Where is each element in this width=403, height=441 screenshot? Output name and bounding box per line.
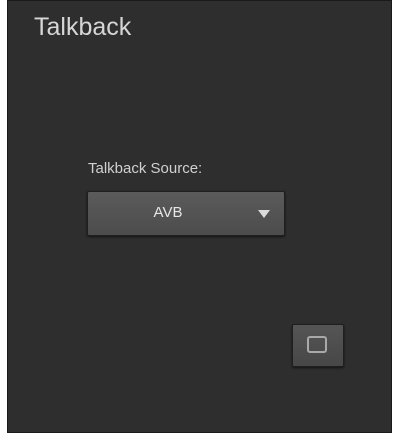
triangle-down-icon: [258, 210, 270, 218]
panel-title: Talkback: [34, 13, 132, 41]
talkback-source-label: Talkback Source:: [88, 160, 203, 177]
talkback-source-value: AVB: [153, 204, 183, 221]
talkback-source-dropdown[interactable]: AVB: [87, 191, 285, 236]
square-outline-icon: [307, 336, 327, 353]
talkback-panel: Talkback Talkback Source: AVB: [7, 0, 392, 433]
talkback-toggle-button[interactable]: [292, 324, 344, 367]
